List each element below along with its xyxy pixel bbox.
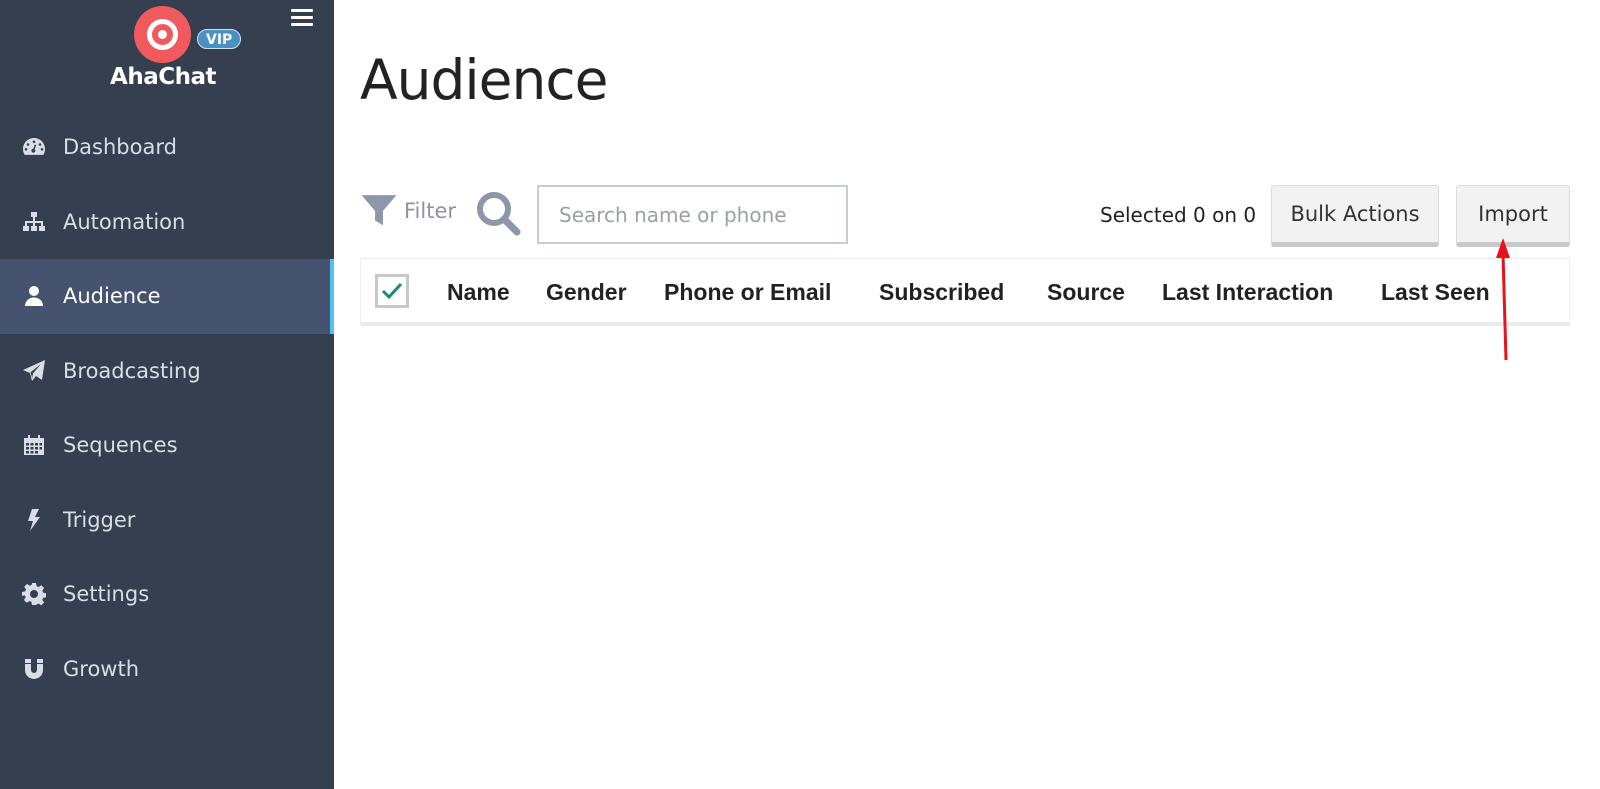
sidebar-item-label: Audience bbox=[63, 284, 161, 309]
search-input[interactable] bbox=[537, 185, 848, 244]
column-header-source[interactable]: Source bbox=[1047, 279, 1125, 306]
filter-label: Filter bbox=[404, 199, 457, 223]
bulk-actions-button[interactable]: Bulk Actions bbox=[1271, 185, 1439, 247]
search-icon[interactable] bbox=[475, 190, 521, 236]
magnet-icon bbox=[22, 657, 46, 681]
sidebar-item-sequences[interactable]: Sequences bbox=[0, 408, 334, 483]
sidebar-item-trigger[interactable]: Trigger bbox=[0, 483, 334, 558]
column-header-last-seen[interactable]: Last Seen bbox=[1381, 279, 1490, 306]
sidebar: VIP AhaChat Dashboard Automation Audienc… bbox=[0, 0, 334, 789]
sidebar-nav: Dashboard Automation Audience Broadcasti… bbox=[0, 110, 334, 706]
paper-plane-icon bbox=[22, 359, 46, 383]
brand-name: AhaChat bbox=[110, 64, 216, 90]
sidebar-item-broadcasting[interactable]: Broadcasting bbox=[0, 334, 334, 409]
sidebar-item-dashboard[interactable]: Dashboard bbox=[0, 110, 334, 185]
column-header-phone-or-email[interactable]: Phone or Email bbox=[664, 279, 831, 306]
sidebar-item-label: Dashboard bbox=[63, 135, 177, 160]
checkmark-icon bbox=[381, 282, 403, 300]
page-title: Audience bbox=[360, 48, 608, 112]
sitemap-icon bbox=[22, 210, 46, 234]
logo[interactable]: VIP AhaChat bbox=[0, 0, 334, 110]
menu-toggle-icon[interactable] bbox=[291, 9, 313, 27]
main-content: Audience Filter Selected 0 on 0 Bulk Act… bbox=[334, 0, 1600, 789]
dashboard-icon bbox=[22, 135, 46, 159]
select-all-checkbox[interactable] bbox=[375, 274, 409, 308]
table-header: Name Gender Phone or Email Subscribed So… bbox=[360, 258, 1570, 326]
user-icon bbox=[22, 284, 46, 308]
selected-count: Selected 0 on 0 bbox=[1100, 203, 1257, 227]
import-button[interactable]: Import bbox=[1456, 185, 1570, 247]
vip-badge: VIP bbox=[197, 29, 242, 49]
sidebar-item-growth[interactable]: Growth bbox=[0, 632, 334, 707]
calendar-icon bbox=[22, 433, 46, 457]
sidebar-item-label: Broadcasting bbox=[63, 358, 201, 383]
sidebar-item-label: Settings bbox=[63, 582, 150, 607]
ahachat-logo-icon bbox=[134, 6, 191, 63]
sidebar-item-label: Sequences bbox=[63, 433, 178, 458]
bolt-icon bbox=[22, 508, 46, 532]
sidebar-item-label: Trigger bbox=[63, 507, 136, 532]
column-header-last-interaction[interactable]: Last Interaction bbox=[1162, 279, 1333, 306]
gear-icon bbox=[22, 582, 46, 606]
sidebar-item-settings[interactable]: Settings bbox=[0, 557, 334, 632]
filter-button[interactable]: Filter bbox=[360, 190, 456, 232]
sidebar-item-label: Automation bbox=[63, 209, 186, 234]
filter-icon bbox=[361, 195, 397, 226]
sidebar-item-automation[interactable]: Automation bbox=[0, 185, 334, 260]
sidebar-item-audience[interactable]: Audience bbox=[0, 259, 334, 334]
column-header-subscribed[interactable]: Subscribed bbox=[879, 279, 1004, 306]
sidebar-item-label: Growth bbox=[63, 656, 140, 681]
column-header-name[interactable]: Name bbox=[447, 279, 510, 306]
column-header-gender[interactable]: Gender bbox=[546, 279, 627, 306]
